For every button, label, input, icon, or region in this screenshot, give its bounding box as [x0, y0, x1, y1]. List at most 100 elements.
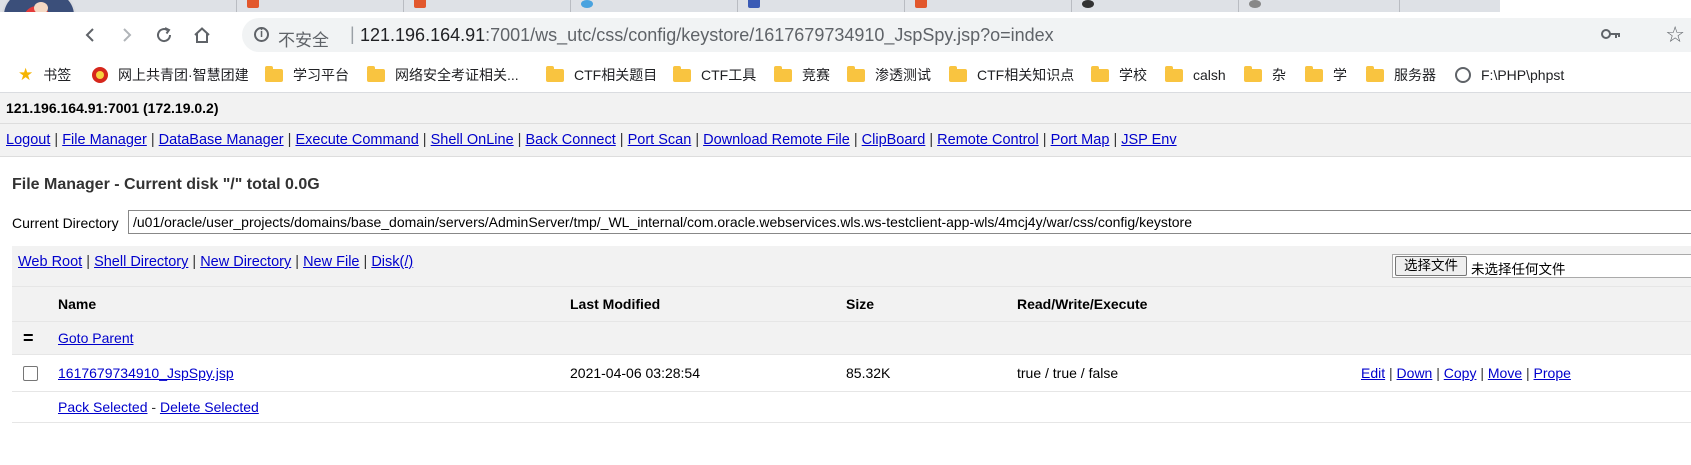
- bookmark-item[interactable]: 渗透测试: [847, 65, 931, 85]
- address-bar[interactable]: i 不安全 | 121.196.164.91:7001/ws_utc/css/c…: [242, 18, 1691, 52]
- menu-download-remote-file[interactable]: Download Remote File: [703, 132, 850, 148]
- menu-file-manager[interactable]: File Manager: [62, 132, 147, 148]
- bookmark-item[interactable]: F:\PHP\phpst: [1455, 65, 1564, 85]
- menu-links: Logout | File Manager | DataBase Manager…: [6, 132, 1177, 148]
- forward-button[interactable]: [113, 21, 141, 49]
- browser-tab[interactable]: [76, 0, 237, 12]
- bookmark-item[interactable]: 学习平台: [265, 65, 349, 85]
- forward-arrow-icon: [123, 28, 132, 42]
- action-move[interactable]: Move: [1488, 365, 1522, 381]
- menu-database-manager[interactable]: DataBase Manager: [159, 132, 284, 148]
- pack-selected-link[interactable]: Pack Selected: [58, 399, 148, 415]
- header-select-cell: [12, 286, 58, 322]
- url-path: :7001/ws_utc/css/config/keystore/1617679…: [485, 25, 1054, 45]
- browser-tab[interactable]: [738, 0, 905, 12]
- current-directory-row: Current Directory: [12, 210, 1691, 236]
- menu-port-scan[interactable]: Port Scan: [628, 132, 692, 148]
- reload-button[interactable]: [150, 21, 178, 49]
- header-size: Size: [846, 286, 1017, 322]
- browser-tab[interactable]: [237, 0, 404, 12]
- action-copy[interactable]: Copy: [1444, 365, 1477, 381]
- active-tab[interactable]: [1500, 0, 1691, 12]
- bookmark-item[interactable]: 网络安全考证相关...: [367, 65, 519, 85]
- file-last-modified: 2021-04-06 03:28:54: [570, 354, 846, 392]
- browser-tab[interactable]: [1239, 0, 1400, 12]
- menu-port-map[interactable]: Port Map: [1051, 132, 1110, 148]
- menu-back-connect[interactable]: Back Connect: [525, 132, 615, 148]
- bookmark-item[interactable]: calsh: [1165, 65, 1226, 85]
- menu-jsp-env[interactable]: JSP Env: [1121, 132, 1176, 148]
- browser-tab[interactable]: [571, 0, 738, 12]
- header-actions-cell: [1361, 286, 1691, 322]
- link-disk[interactable]: Disk(/): [371, 254, 413, 270]
- info-icon[interactable]: i: [254, 27, 269, 42]
- goto-parent-link[interactable]: Goto Parent: [58, 330, 134, 346]
- bookmark-item[interactable]: CTF相关题目: [546, 65, 657, 85]
- current-directory-input[interactable]: [128, 210, 1691, 234]
- bookmark-label: 学校: [1119, 67, 1147, 83]
- webshell-page: 121.196.164.91:7001 (172.19.0.2) Logout …: [0, 93, 1691, 465]
- bookmark-label: 学: [1333, 67, 1347, 83]
- selection-separator: -: [151, 399, 157, 415]
- link-new-file[interactable]: New File: [303, 254, 359, 270]
- bookmark-item[interactable]: 网上共青团·智慧团建: [92, 65, 249, 85]
- browser-tab[interactable]: [905, 0, 1072, 12]
- header-last-modified: Last Modified: [570, 286, 846, 322]
- file-name-link[interactable]: 1617679734910_JspSpy.jsp: [58, 365, 234, 381]
- bookmark-item[interactable]: CTF工具: [673, 65, 756, 85]
- link-new-directory[interactable]: New Directory: [200, 254, 291, 270]
- folder-icon: [1244, 65, 1262, 82]
- menu-logout[interactable]: Logout: [6, 132, 50, 148]
- row-select-checkbox[interactable]: [23, 365, 38, 381]
- file-upload-input[interactable]: 选择文件 未选择任何文件: [1392, 254, 1691, 278]
- folder-icon: [1366, 65, 1384, 82]
- browser-tab[interactable]: [404, 0, 571, 12]
- browser-toolbar: i 不安全 | 121.196.164.91:7001/ws_utc/css/c…: [0, 12, 1691, 58]
- folder-icon: [546, 65, 564, 82]
- parent-row: = Goto Parent: [12, 321, 1691, 355]
- folder-icon: [367, 65, 385, 82]
- link-web-root[interactable]: Web Root: [18, 254, 82, 270]
- reload-icon: [157, 27, 172, 43]
- bookmark-item[interactable]: 杂: [1244, 65, 1286, 85]
- home-button[interactable]: [188, 21, 216, 49]
- bookmark-star-icon[interactable]: ☆: [1665, 22, 1685, 48]
- action-edit[interactable]: Edit: [1361, 365, 1385, 381]
- link-shell-directory[interactable]: Shell Directory: [94, 254, 188, 270]
- host-label: 121.196.164.91:7001 (172.19.0.2): [6, 100, 219, 116]
- delete-selected-link[interactable]: Delete Selected: [160, 399, 259, 415]
- selection-actions-row: Pack Selected - Delete Selected: [12, 391, 1691, 423]
- bookmark-item[interactable]: 竞赛: [774, 65, 830, 85]
- insecure-label: 不安全: [278, 31, 329, 50]
- bookmark-label: 杂: [1272, 67, 1286, 83]
- bookmark-item[interactable]: 学: [1305, 65, 1347, 85]
- menu-shell-online[interactable]: Shell OnLine: [431, 132, 514, 148]
- action-down[interactable]: Down: [1397, 365, 1433, 381]
- bookmark-item[interactable]: 学校: [1091, 65, 1147, 85]
- bookmark-label: F:\PHP\phpst: [1481, 67, 1565, 83]
- menu-execute-command[interactable]: Execute Command: [295, 132, 418, 148]
- url-text[interactable]: 121.196.164.91:7001/ws_utc/css/config/ke…: [360, 25, 1054, 46]
- header-rwx: Read/Write/Execute: [1017, 286, 1361, 322]
- bookmark-item[interactable]: ★ 书签: [18, 65, 71, 85]
- choose-file-button[interactable]: 选择文件: [1395, 256, 1467, 276]
- browser-tab[interactable]: [1072, 0, 1239, 12]
- tab-strip: [0, 0, 1691, 12]
- bookmark-label: 书签: [43, 67, 72, 83]
- quick-links-bar: Web Root | Shell Directory | New Directo…: [12, 246, 1691, 290]
- action-properties[interactable]: Prope: [1534, 365, 1571, 381]
- parent-symbol: =: [23, 327, 34, 348]
- bookmark-item[interactable]: 服务器: [1366, 65, 1436, 85]
- back-button[interactable]: [76, 21, 104, 49]
- party-emblem-icon: [92, 67, 108, 83]
- globe-icon: [1455, 67, 1471, 83]
- bookmark-label: 网络安全考证相关...: [395, 67, 519, 83]
- folder-icon: [1091, 65, 1109, 82]
- bookmark-item[interactable]: CTF相关知识点: [949, 65, 1074, 85]
- file-rwx: true / true / false: [1017, 354, 1361, 392]
- menu-clipboard[interactable]: ClipBoard: [862, 132, 926, 148]
- file-table: Name Last Modified Size Read/Write/Execu…: [12, 286, 1691, 423]
- table-row: 1617679734910_JspSpy.jsp 2021-04-06 03:2…: [12, 354, 1691, 392]
- key-icon[interactable]: [1601, 24, 1621, 47]
- menu-remote-control[interactable]: Remote Control: [937, 132, 1039, 148]
